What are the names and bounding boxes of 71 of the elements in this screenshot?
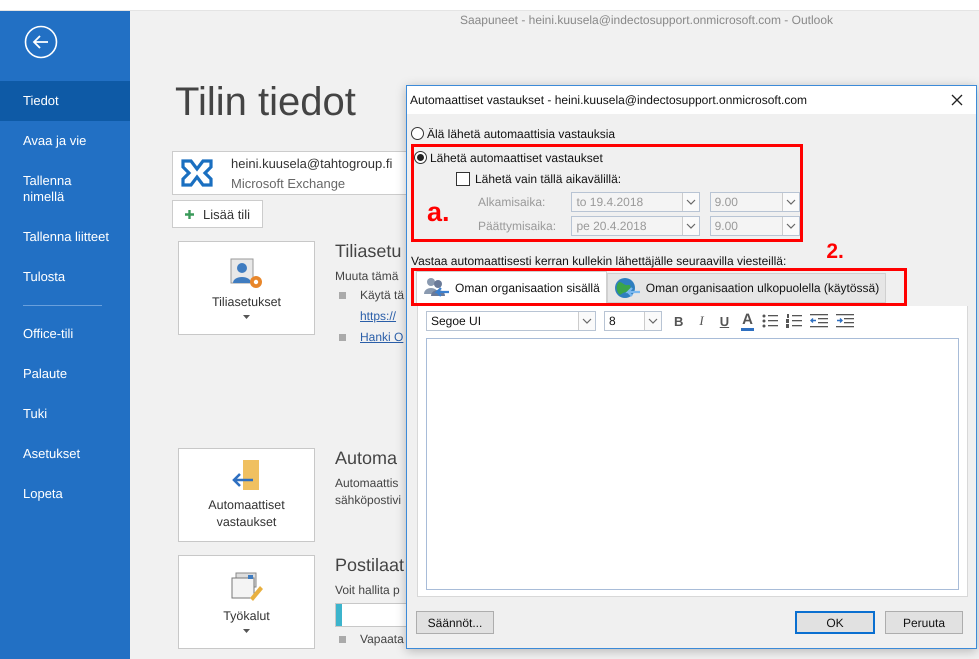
font-color-button[interactable]: A [741,311,754,331]
section-text: sähköpostivi [335,492,402,509]
bullet-icon [339,334,346,341]
cancel-button[interactable]: Peruuta [885,611,963,634]
sidebar-item[interactable]: Tiedot [0,81,130,121]
sidebar-item[interactable]: Tulosta [0,257,130,297]
dialog-title: Automaattiset vastaukset - heini.kuusela@indectosupport.onmicrosoft.com [410,93,808,107]
sidebar-item[interactable]: Asetukset [0,434,130,474]
window-title: Saapuneet - heini.kuusela@indectosupport.onmicrosoft.com - Outlook [458,12,834,29]
account-email: heini.kuusela@tahtogroup.fi [231,156,392,170]
link[interactable]: https:// [360,306,396,327]
font-dropdown[interactable]: Segoe UI [426,311,596,331]
sidebar-item[interactable]: Tuki [0,394,130,434]
message-input-field[interactable] [426,338,959,590]
tile-button[interactable]: Automaattiset vastaukset [178,448,315,542]
section-heading: Automa [335,448,398,469]
numbered-list-icon[interactable] [786,314,802,328]
sidebar-item[interactable]: Lopeta [0,474,130,514]
caret-icon [243,628,250,632]
chevron-icon [686,199,696,205]
close-icon[interactable] [951,94,963,106]
ok-button[interactable]: OK [795,611,875,634]
sidebar-item[interactable]: Tallenna liitteet [0,217,130,257]
increase-indent-icon[interactable] [836,314,854,328]
link[interactable]: Hanki O [360,327,404,348]
bullet-icon [339,292,346,299]
people-icon [423,276,449,300]
back-icon[interactable] [24,25,58,59]
underline-button[interactable]: U [716,314,734,328]
decrease-indent-icon[interactable] [810,314,828,328]
annotation-label: 2. [826,240,844,264]
chevron-icon [582,318,592,324]
account-type: Microsoft Exchange [231,176,346,190]
sidebar-item[interactable]: Palaute [0,354,130,394]
add-account-button[interactable]: Lisää tili [172,200,263,228]
chevron-icon [686,223,696,229]
chevron-icon [786,199,796,205]
italic-button[interactable]: I [695,313,708,329]
field-label: Alkamisaika: [478,195,546,209]
tab[interactable]: Oman organisaation sisällä [416,271,607,303]
sidebar-item[interactable]: Avaa ja vie [0,121,130,161]
mailbox-brush-icon [230,572,264,604]
globe-icon [614,276,640,300]
section-heading: Postilaat [335,555,406,576]
chevron-icon [648,318,658,324]
bullet-text: Käytä tä [360,287,404,304]
annotation-label: a. [427,197,450,228]
bullet-list-icon[interactable] [762,314,778,328]
plus-icon [185,210,194,218]
sidebar-item[interactable]: Office-tili [0,314,130,354]
reply-label: Vastaa automaattisesti kerran kullekin lähettäjälle seuraavilla viesteillä: [411,254,786,268]
section-text: Automaattis [335,475,400,492]
chevron-icon [786,223,796,229]
bold-button[interactable]: B [670,314,688,328]
font-size-dropdown[interactable]: 8 [604,311,662,331]
rules-button[interactable]: Säännöt... [416,611,494,634]
page-heading: Tilin tiedot [175,79,356,125]
section-heading: Tiliasetu [335,241,402,262]
section-text: Voit hallita p [335,582,401,599]
caret-icon [243,314,250,318]
sidebar-item[interactable]: Tallenna nimellä [0,161,130,217]
account-settings-icon [230,258,264,290]
section-text: Muuta tämä [335,268,400,285]
bullet-text: Vapaata [360,631,404,648]
tile-button[interactable]: Työkalut [178,555,315,649]
radio-option[interactable]: Älä lähetä automaattisia vastauksia [411,123,967,144]
bullet-icon [339,636,346,643]
exchange-icon [181,157,213,189]
tab[interactable]: Oman organisaation ulkopuolella (käytössä) [606,273,886,303]
tile-button[interactable]: Tiliasetukset [178,241,315,335]
field-label: Päättymisaika: [478,219,558,233]
